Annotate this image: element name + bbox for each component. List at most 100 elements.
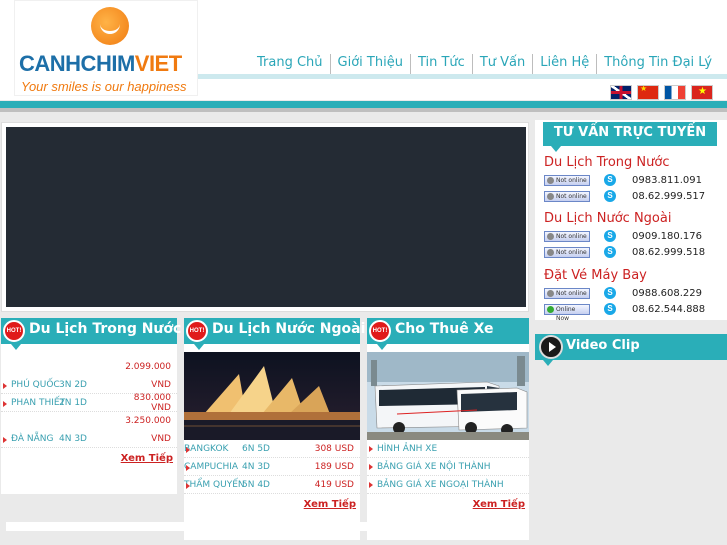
tour-price: 3.250.000 bbox=[125, 416, 171, 426]
skype-icon[interactable]: S bbox=[604, 287, 616, 299]
nav-item-consulting[interactable]: Tư Vấn bbox=[473, 54, 534, 74]
banner-slideshow[interactable] bbox=[6, 127, 526, 307]
domestic-tours-title[interactable]: Du Lịch Trong Nước bbox=[29, 321, 181, 337]
skype-icon[interactable]: S bbox=[604, 230, 616, 242]
tour-place[interactable]: ĐÀ NẴNG bbox=[1, 434, 59, 444]
support-phone: 0909.180.176 bbox=[632, 230, 702, 242]
yahoo-status-badge[interactable]: Not online bbox=[544, 174, 590, 186]
international-tours-title[interactable]: Du Lịch Nước Ngoài bbox=[212, 321, 365, 337]
main-nav: Trang Chủ Giới Thiệu Tin Tức Tư Vấn Liên… bbox=[250, 54, 719, 74]
tour-duration: 5N 4D bbox=[242, 479, 270, 490]
play-icon[interactable] bbox=[539, 335, 563, 359]
opera-house-photo[interactable] bbox=[184, 352, 360, 440]
list-item[interactable]: HÌNH ẢNH XE bbox=[367, 440, 529, 458]
skype-icon[interactable]: S bbox=[604, 246, 616, 258]
tour-place[interactable]: PHAN THIẾT bbox=[1, 398, 65, 408]
table-row[interactable]: PHÚ QUỐC 3N 2D VND bbox=[1, 376, 177, 394]
tour-price: 830.000 VND bbox=[133, 392, 171, 413]
table-row[interactable]: ĐÀ NẴNG 4N 3D VND bbox=[1, 430, 177, 448]
logo-bird-icon bbox=[91, 7, 129, 45]
car-rental-list: HÌNH ẢNH XE BẢNG GIÁ XE NỘI THÀNH BẢNG G… bbox=[367, 344, 529, 540]
bus-photo[interactable] bbox=[367, 352, 529, 440]
yahoo-status-badge[interactable]: Online Now bbox=[544, 303, 590, 322]
tour-place[interactable]: THẨM QUYẾN bbox=[184, 480, 245, 490]
table-row[interactable]: CAMPUCHIA 4N 3D 189 USD bbox=[184, 458, 360, 476]
yahoo-status-badge[interactable]: Not online bbox=[544, 246, 590, 258]
support-group-title: Du Lịch Nước Ngoài bbox=[544, 211, 672, 226]
tour-duration: 2N 1D bbox=[59, 397, 87, 408]
yahoo-status-badge[interactable]: Not online bbox=[544, 230, 590, 242]
nav-underline bbox=[198, 74, 727, 79]
international-more-link[interactable]: Xem Tiếp bbox=[184, 494, 360, 510]
skype-icon[interactable]: S bbox=[604, 303, 616, 315]
vietnam-flag-icon[interactable] bbox=[691, 85, 713, 100]
header-pointer-icon bbox=[194, 344, 204, 350]
tour-price: 419 USD bbox=[314, 479, 354, 490]
china-flag-icon[interactable] bbox=[637, 84, 659, 100]
table-row[interactable]: PHAN THIẾT 2N 1D 830.000 VND bbox=[1, 392, 177, 413]
nav-item-home[interactable]: Trang Chủ bbox=[250, 54, 331, 74]
content-bottom-strip bbox=[6, 522, 528, 531]
yahoo-status-badge[interactable]: Not online bbox=[544, 287, 590, 299]
tour-price: VND bbox=[151, 379, 171, 390]
tour-price: 189 USD bbox=[314, 461, 354, 472]
header-pointer-icon bbox=[543, 360, 553, 366]
support-contact-row: Not online S 0983.811.091 bbox=[544, 172, 724, 188]
domestic-tours-header: HOT! Du Lịch Trong Nước bbox=[1, 318, 181, 350]
support-contact-row: Not online S 0988.608.229 bbox=[544, 285, 724, 301]
car-rental-more-link[interactable]: Xem Tiếp bbox=[367, 494, 529, 510]
banner-frame bbox=[1, 122, 529, 312]
tour-price: 2.099.000 bbox=[125, 362, 171, 372]
support-phone: 08.62.999.518 bbox=[632, 246, 706, 258]
nav-item-agency-info[interactable]: Thông Tin Đại Lý bbox=[597, 54, 719, 74]
english-flag-icon[interactable] bbox=[610, 85, 632, 100]
france-flag-icon[interactable] bbox=[664, 85, 686, 100]
list-item[interactable]: BẢNG GIÁ XE NỘI THÀNH bbox=[367, 458, 529, 476]
page: CANHCHIMVIET Your smiles is our happines… bbox=[0, 0, 727, 545]
tour-duration: 4N 3D bbox=[242, 461, 270, 472]
support-contact-row: Not online S 0909.180.176 bbox=[544, 228, 724, 244]
support-group-domestic: Du Lịch Trong Nước Not online S 0983.811… bbox=[544, 154, 724, 204]
support-phone: 0988.608.229 bbox=[632, 287, 702, 299]
header-pointer-icon bbox=[551, 146, 561, 152]
table-row[interactable]: BANGKOK 6N 5D 308 USD bbox=[184, 440, 360, 458]
tour-place[interactable]: PHÚ QUỐC bbox=[1, 380, 60, 390]
logo-slogan: Your smiles is our happiness bbox=[21, 79, 187, 94]
nav-item-news[interactable]: Tin Tức bbox=[411, 54, 473, 74]
language-switcher bbox=[610, 84, 713, 100]
skype-icon[interactable]: S bbox=[604, 190, 616, 202]
video-clip-panel: Video Clip bbox=[535, 334, 727, 370]
support-group-air-tickets: Đặt Vé Máy Bay Not online S 0988.608.229… bbox=[544, 267, 724, 322]
skype-icon[interactable]: S bbox=[604, 174, 616, 186]
tour-place[interactable]: BANGKOK bbox=[184, 444, 242, 454]
logo-text-part1: CANHCHIM bbox=[19, 51, 135, 76]
international-tours-list: BANGKOK 6N 5D 308 USD CAMPUCHIA 4N 3D 18… bbox=[184, 344, 360, 540]
support-phone: 08.62.999.517 bbox=[632, 190, 706, 202]
support-phone: 0983.811.091 bbox=[632, 174, 702, 186]
nav-item-about[interactable]: Giới Thiệu bbox=[331, 54, 411, 74]
video-clip-title: Video Clip bbox=[566, 338, 640, 353]
table-row[interactable]: 3.250.000 bbox=[1, 412, 177, 430]
tour-duration: 6N 5D bbox=[242, 443, 270, 454]
support-group-title: Du Lịch Trong Nước bbox=[544, 155, 670, 170]
video-clip-header[interactable]: Video Clip bbox=[535, 334, 727, 366]
table-row[interactable]: THẨM QUYẾN 5N 4D 419 USD bbox=[184, 476, 360, 494]
car-rental-title[interactable]: Cho Thuê Xe bbox=[395, 321, 494, 337]
support-contact-row: Online Now S 08.62.544.888 bbox=[544, 301, 724, 322]
tour-duration: 4N 3D bbox=[59, 433, 87, 444]
support-group-international: Du Lịch Nước Ngoài Not online S 0909.180… bbox=[544, 210, 724, 260]
domestic-tours-list: 2.099.000 PHÚ QUỐC 3N 2D VND PHAN THIẾT … bbox=[1, 344, 177, 494]
table-row[interactable]: 2.099.000 bbox=[1, 358, 177, 376]
list-item[interactable]: BẢNG GIÁ XE NGOẠI THÀNH bbox=[367, 476, 529, 494]
header-pointer-icon bbox=[377, 344, 387, 350]
online-support-title: TƯ VẤN TRỰC TUYẾN bbox=[553, 125, 707, 140]
yahoo-status-badge[interactable]: Not online bbox=[544, 190, 590, 202]
domestic-more-link[interactable]: Xem Tiếp bbox=[1, 448, 177, 464]
nav-item-contact[interactable]: Liên Hệ bbox=[533, 54, 598, 74]
hot-badge-icon: HOT! bbox=[369, 320, 391, 342]
header-pointer-icon bbox=[11, 344, 21, 350]
international-tours-header: HOT! Du Lịch Nước Ngoài bbox=[184, 318, 365, 350]
logo[interactable]: CANHCHIMVIET Your smiles is our happines… bbox=[14, 0, 198, 96]
header-divider-shadow bbox=[0, 108, 727, 112]
tour-place[interactable]: CAMPUCHIA bbox=[184, 462, 242, 472]
